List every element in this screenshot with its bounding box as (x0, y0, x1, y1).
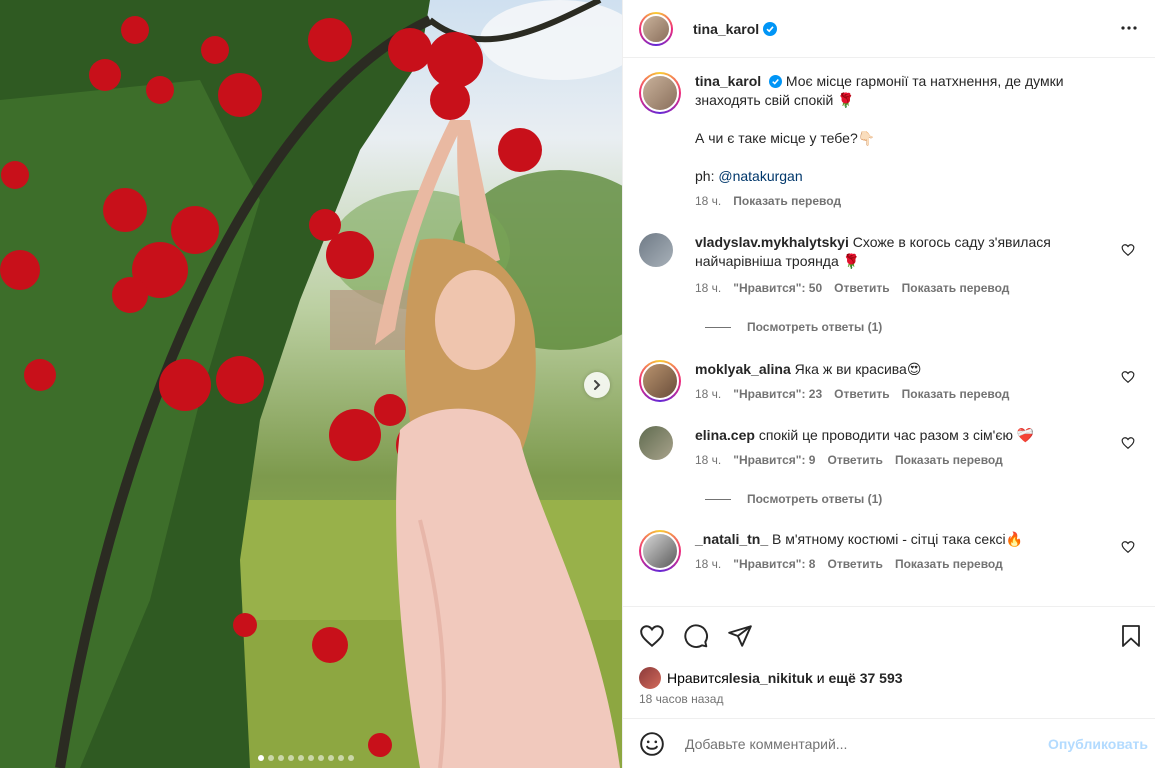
carousel-dot (308, 755, 314, 761)
post-caption: tina_karol Моє місце гармонії та натхнен… (639, 72, 1139, 211)
post-header: tina_karol (623, 0, 1155, 58)
translate-button[interactable]: Показать перевод (902, 279, 1010, 298)
comment-input[interactable] (685, 735, 1025, 752)
post-panel: tina_karol tina_karol Моє місце гармонії… (622, 0, 1155, 768)
comment-item: moklyak_alina Яка ж ви красива😍 18 ч. "Н… (639, 360, 1139, 404)
comment-text: В м'ятному костюмі - сітці така сексі🔥 (772, 531, 1024, 547)
carousel-dot (348, 755, 354, 761)
publish-button[interactable]: Опубликовать (1048, 736, 1148, 752)
replies-divider (705, 498, 731, 500)
carousel-dot (318, 755, 324, 761)
post-time: 18 часов назад (639, 692, 724, 706)
post-photo[interactable] (0, 0, 622, 768)
caption-text-line1: Моє місце гармонії та натхнення, де думк… (785, 73, 1064, 89)
more-icon[interactable] (1117, 16, 1141, 40)
comment-item: elina.cep спокій це проводити час разом … (639, 426, 1139, 470)
commenter-avatar[interactable] (639, 530, 681, 572)
credit-link[interactable]: @natakurgan (718, 168, 802, 184)
comment-text: Яка ж ви красива😍 (794, 361, 922, 377)
comment-likes[interactable]: "Нравится": 50 (733, 279, 822, 298)
heart-icon[interactable] (1121, 540, 1135, 554)
caption-question: А чи є таке місце у тебе?👇🏻 (695, 130, 876, 146)
heart-icon[interactable] (1121, 370, 1135, 384)
caption-credit-prefix: ph: (695, 168, 719, 184)
commenter-avatar[interactable] (639, 233, 673, 267)
comment-meta: 18 ч. "Нравится": 50 Ответить Показать п… (695, 279, 1105, 298)
bookmark-icon[interactable] (1119, 623, 1143, 649)
caption-avatar[interactable] (639, 72, 681, 114)
carousel-next-button[interactable] (584, 372, 610, 398)
comment-meta: 18 ч. "Нравится": 8 Ответить Показать пе… (695, 555, 1105, 574)
reply-button[interactable]: Ответить (834, 279, 889, 298)
reply-button[interactable]: Ответить (834, 385, 889, 404)
caption-text-line2: знаходять свій спокій 🌹 (695, 92, 855, 108)
carousel-dot (268, 755, 274, 761)
view-replies-button[interactable]: Посмотреть ответы (1) (705, 320, 1139, 334)
carousel-dot (338, 755, 344, 761)
liker-username[interactable]: lesia_nikituk (729, 670, 813, 686)
comment-username[interactable]: _natali_tn_ (695, 531, 768, 547)
photo-illustration (0, 0, 622, 768)
author-avatar[interactable] (639, 11, 673, 46)
likes-prefix: Нравится (667, 670, 729, 686)
post-modal: tina_karol tina_karol Моє місце гармонії… (0, 0, 1155, 768)
reply-button[interactable]: Ответить (827, 451, 882, 470)
commenter-avatar[interactable] (639, 360, 681, 402)
caption-time: 18 ч. (695, 194, 722, 208)
comment-item: vladyslav.mykhalytskyi Схоже в когось са… (639, 233, 1139, 298)
comment-time: 18 ч. (695, 557, 722, 571)
comment-meta: 18 ч. "Нравится": 9 Ответить Показать пе… (695, 451, 1105, 470)
reply-button[interactable]: Ответить (827, 555, 882, 574)
comment-username[interactable]: moklyak_alina (695, 361, 791, 377)
comment-time: 18 ч. (695, 281, 722, 295)
comment-icon[interactable] (683, 623, 709, 649)
comment-likes[interactable]: "Нравится": 9 (733, 451, 815, 470)
liker-avatar[interactable] (639, 667, 661, 689)
chevron-right-icon (594, 380, 601, 390)
heart-icon[interactable] (1121, 436, 1135, 450)
add-comment-bar: Опубликовать (623, 718, 1155, 768)
post-actions (623, 606, 1155, 668)
comment-item: _natali_tn_ В м'ятному костюмі - сітці т… (639, 530, 1139, 574)
view-replies-label: Посмотреть ответы (1) (747, 492, 883, 506)
carousel-dot (258, 755, 264, 761)
comment-likes[interactable]: "Нравится": 23 (733, 385, 822, 404)
view-replies-button[interactable]: Посмотреть ответы (1) (705, 492, 1139, 506)
author-username[interactable]: tina_karol (693, 21, 759, 37)
comment-username[interactable]: vladyslav.mykhalytskyi (695, 234, 849, 250)
share-icon[interactable] (727, 623, 753, 649)
comment-time: 18 ч. (695, 387, 722, 401)
carousel-indicator (258, 755, 354, 761)
caption-translate-button[interactable]: Показать перевод (733, 192, 841, 211)
heart-icon[interactable] (639, 623, 665, 649)
verified-icon (769, 75, 783, 88)
carousel-dot (328, 755, 334, 761)
likes-count[interactable]: ещё 37 593 (828, 670, 902, 686)
translate-button[interactable]: Показать перевод (895, 555, 1003, 574)
comment-text: Схоже в когось саду з'явилася (852, 234, 1051, 250)
caption-credit: ph: @natakurgan (695, 167, 1105, 186)
translate-button[interactable]: Показать перевод (895, 451, 1003, 470)
comment-meta: 18 ч. "Нравится": 23 Ответить Показать п… (695, 385, 1105, 404)
comment-likes[interactable]: "Нравится": 8 (733, 555, 815, 574)
heart-icon[interactable] (1121, 243, 1135, 257)
commenter-avatar[interactable] (639, 426, 673, 460)
translate-button[interactable]: Показать перевод (902, 385, 1010, 404)
carousel-dot (298, 755, 304, 761)
emoji-icon[interactable] (639, 731, 665, 757)
comment-username[interactable]: elina.cep (695, 427, 755, 443)
carousel-dot (288, 755, 294, 761)
caption-username[interactable]: tina_karol (695, 73, 761, 89)
likes-summary: Нравится lesia_nikituk и ещё 37 593 (639, 667, 903, 689)
replies-divider (705, 326, 731, 328)
caption-meta: 18 ч. Показать перевод (695, 192, 1105, 211)
likes-middle: и (812, 670, 829, 686)
comment-time: 18 ч. (695, 453, 722, 467)
carousel-dot (278, 755, 284, 761)
view-replies-label: Посмотреть ответы (1) (747, 320, 883, 334)
comment-text-line2: найчарівніша троянда 🌹 (695, 253, 861, 269)
comment-text: спокій це проводити час разом з сім'єю ❤… (758, 427, 1035, 443)
verified-icon (763, 21, 778, 36)
